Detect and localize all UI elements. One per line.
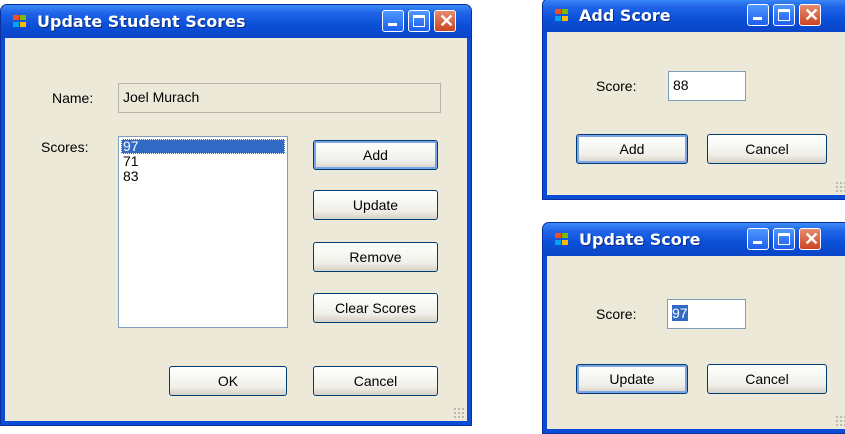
list-item[interactable]: 83	[121, 169, 285, 184]
window-title: Update Score	[579, 230, 701, 249]
form-client-area: Score: 88 Add Cancel	[547, 32, 845, 195]
score-label: Score:	[596, 78, 637, 94]
add-button[interactable]: Add	[313, 140, 438, 170]
remove-button[interactable]: Remove	[313, 242, 438, 272]
windows-form-icon	[13, 15, 29, 29]
close-icon: ✕	[439, 11, 455, 31]
minimize-button[interactable]	[382, 10, 404, 32]
ok-button[interactable]: OK	[169, 366, 287, 396]
close-button[interactable]: ✕	[799, 228, 821, 250]
selected-text: 97	[672, 305, 688, 321]
cancel-button[interactable]: Cancel	[707, 134, 827, 164]
name-field: Joel Murach	[118, 83, 441, 113]
scores-listbox[interactable]: 97 71 83	[118, 136, 288, 328]
clear-scores-button[interactable]: Clear Scores	[313, 293, 438, 323]
resize-grip[interactable]	[453, 407, 465, 419]
update-student-scores-window: Update Student Scores ✕ Name: Joel Murac…	[0, 4, 472, 426]
update-button[interactable]: Update	[576, 364, 688, 394]
resize-grip[interactable]	[835, 181, 845, 193]
title-bar[interactable]: Update Student Scores ✕	[1, 5, 471, 38]
window-title: Update Student Scores	[37, 12, 246, 31]
minimize-icon	[388, 23, 397, 26]
maximize-button[interactable]	[773, 4, 795, 26]
cancel-button[interactable]: Cancel	[707, 364, 827, 394]
score-input[interactable]: 88	[668, 71, 746, 101]
list-item[interactable]: 97	[121, 139, 285, 154]
update-score-window: Update Score ✕ Score: 97 Update Cancel	[542, 222, 845, 434]
maximize-button[interactable]	[773, 228, 795, 250]
close-button[interactable]: ✕	[799, 4, 821, 26]
list-item[interactable]: 71	[121, 154, 285, 169]
maximize-icon	[778, 233, 790, 245]
minimize-icon	[753, 241, 762, 244]
close-icon: ✕	[804, 229, 820, 249]
close-button[interactable]: ✕	[434, 10, 456, 32]
title-bar[interactable]: Add Score ✕	[543, 0, 845, 32]
window-title: Add Score	[579, 6, 671, 25]
maximize-icon	[413, 15, 425, 27]
minimize-button[interactable]	[747, 228, 769, 250]
maximize-icon	[778, 9, 790, 21]
add-button[interactable]: Add	[576, 134, 688, 164]
minimize-icon	[753, 17, 762, 20]
title-bar[interactable]: Update Score ✕	[543, 223, 845, 256]
close-icon: ✕	[804, 5, 820, 25]
form-client-area: Name: Joel Murach Scores: 97 71 83 Add U…	[5, 38, 467, 421]
maximize-button[interactable]	[408, 10, 430, 32]
score-input[interactable]: 97	[667, 299, 746, 329]
name-label: Name:	[52, 90, 94, 106]
windows-form-icon	[555, 233, 571, 247]
add-score-window: Add Score ✕ Score: 88 Add Cancel	[542, 0, 845, 200]
update-button[interactable]: Update	[313, 190, 438, 220]
form-client-area: Score: 97 Update Cancel	[547, 256, 845, 429]
score-label: Score:	[596, 306, 637, 322]
minimize-button[interactable]	[747, 4, 769, 26]
cancel-button[interactable]: Cancel	[313, 366, 438, 396]
resize-grip[interactable]	[835, 415, 845, 427]
scores-label: Scores:	[41, 139, 89, 155]
windows-form-icon	[555, 9, 571, 23]
